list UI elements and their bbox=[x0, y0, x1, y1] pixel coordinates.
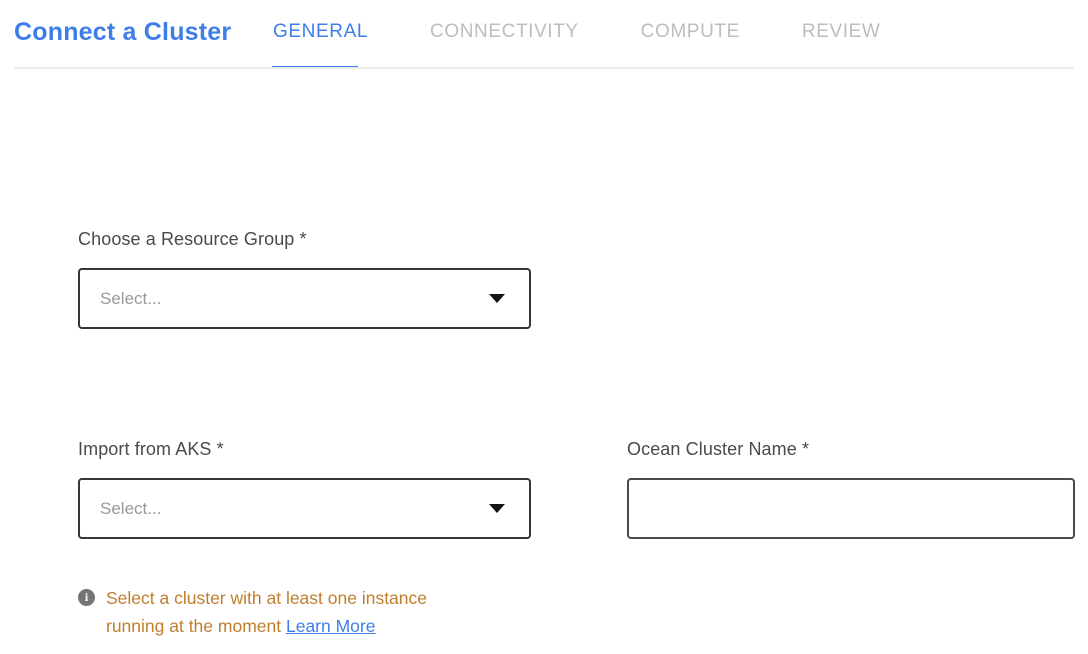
tab-general[interactable]: GENERAL bbox=[273, 21, 368, 43]
resource-group-field: Choose a Resource Group * Select... bbox=[78, 229, 531, 329]
tab-review[interactable]: REVIEW bbox=[802, 21, 881, 43]
cluster-instance-info-note: i Select a cluster with at least one ins… bbox=[78, 584, 478, 640]
resource-group-select[interactable]: Select... bbox=[78, 268, 531, 329]
ocean-cluster-name-field: Ocean Cluster Name * bbox=[627, 439, 1075, 539]
import-from-aks-select-value: Select... bbox=[100, 499, 161, 519]
ocean-cluster-name-label: Ocean Cluster Name * bbox=[627, 439, 1075, 460]
chevron-down-icon bbox=[489, 504, 505, 513]
page-title: Connect a Cluster bbox=[14, 18, 231, 47]
info-note-message: Select a cluster with at least one insta… bbox=[106, 588, 427, 636]
ocean-cluster-name-input[interactable] bbox=[627, 478, 1075, 539]
tab-compute[interactable]: COMPUTE bbox=[641, 21, 740, 43]
learn-more-link[interactable]: Learn More bbox=[286, 616, 376, 636]
header-divider bbox=[14, 67, 1074, 69]
import-from-aks-select[interactable]: Select... bbox=[78, 478, 531, 539]
resource-group-select-value: Select... bbox=[100, 289, 161, 309]
import-from-aks-label: Import from AKS * bbox=[78, 439, 531, 460]
info-note-text: Select a cluster with at least one insta… bbox=[106, 584, 478, 640]
tab-connectivity[interactable]: CONNECTIVITY bbox=[430, 21, 579, 43]
info-icon: i bbox=[78, 589, 95, 606]
resource-group-label: Choose a Resource Group * bbox=[78, 229, 531, 250]
import-from-aks-field: Import from AKS * Select... bbox=[78, 439, 531, 539]
connect-cluster-wizard: Connect a Cluster GENERAL CONNECTIVITY C… bbox=[0, 0, 1088, 654]
chevron-down-icon bbox=[489, 294, 505, 303]
wizard-step-tabs: GENERAL CONNECTIVITY COMPUTE REVIEW bbox=[273, 21, 880, 43]
